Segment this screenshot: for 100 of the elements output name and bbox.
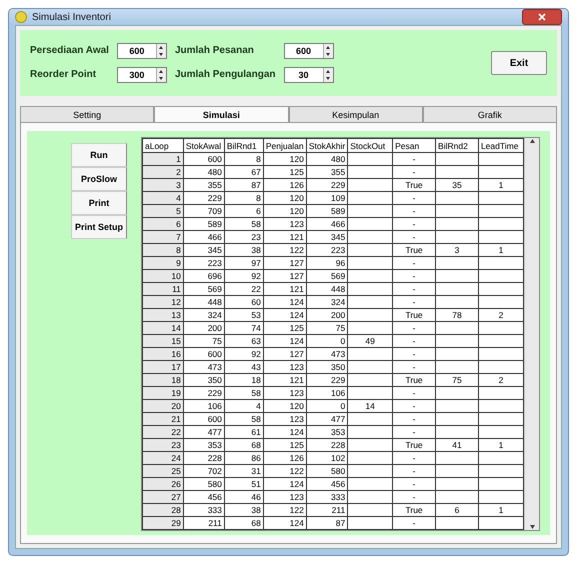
table-cell xyxy=(436,230,478,244)
table-cell: 78 xyxy=(436,308,478,322)
table-cell xyxy=(478,464,524,478)
table-cell xyxy=(478,426,524,438)
table-cell xyxy=(436,452,478,464)
table-cell: 97 xyxy=(224,256,264,270)
scroll-down-icon[interactable] xyxy=(528,524,536,530)
table-cell: 61 xyxy=(224,426,264,438)
table-cell: 17 xyxy=(142,360,184,374)
field-label: Jumlah Pengulangan xyxy=(174,68,276,82)
table-cell: - xyxy=(392,230,436,244)
column-header: BilRnd2 xyxy=(436,138,478,152)
table-cell: 10 xyxy=(142,270,184,282)
table-cell: 127 xyxy=(263,348,306,360)
table-cell xyxy=(348,218,393,230)
table-cell: 456 xyxy=(306,478,348,490)
table-cell xyxy=(348,178,393,192)
table-cell: 333 xyxy=(306,490,348,504)
tab[interactable]: Kesimpulan xyxy=(288,106,423,122)
table-cell: 27 xyxy=(142,490,184,504)
table-cell xyxy=(348,348,393,360)
side-button[interactable]: Print xyxy=(71,191,127,215)
table-cell: 2 xyxy=(142,166,184,178)
table-cell: 125 xyxy=(263,166,306,178)
table-cell: 87 xyxy=(306,516,348,530)
table-cell: - xyxy=(392,426,436,438)
table-cell xyxy=(348,504,393,516)
table-cell: 124 xyxy=(263,296,306,308)
number-spinner[interactable]: 300 xyxy=(116,67,167,83)
scroll-up-icon[interactable] xyxy=(528,138,536,144)
table-cell: 345 xyxy=(183,244,224,256)
table-cell: - xyxy=(392,516,436,530)
table-cell: 466 xyxy=(183,230,224,244)
number-spinner[interactable]: 600 xyxy=(116,43,167,59)
table-cell: 229 xyxy=(306,178,348,192)
table-cell xyxy=(348,296,393,308)
table-cell xyxy=(478,230,524,244)
table-cell: 8 xyxy=(224,152,264,166)
side-button[interactable]: Run xyxy=(71,143,127,167)
table-cell xyxy=(436,478,478,490)
table-cell: 600 xyxy=(183,348,224,360)
table-cell xyxy=(436,152,478,166)
table-cell: 53 xyxy=(224,308,264,322)
table-cell xyxy=(436,490,478,504)
table-cell: 75 xyxy=(306,322,348,334)
table-cell: 12 xyxy=(142,296,184,308)
table-cell: 200 xyxy=(306,308,348,322)
table-cell: 15 xyxy=(142,334,184,348)
tab[interactable]: Setting xyxy=(20,106,154,122)
side-button[interactable]: ProSlow xyxy=(71,167,127,191)
table-cell xyxy=(436,296,478,308)
table-cell xyxy=(478,192,524,204)
table-cell xyxy=(478,204,524,218)
field-label: Jumlah Pesanan xyxy=(174,44,255,58)
close-button[interactable] xyxy=(522,9,562,25)
table-cell: 473 xyxy=(306,348,348,360)
table-cell: 350 xyxy=(306,360,348,374)
tab[interactable]: Simulasi xyxy=(154,106,288,122)
side-button[interactable]: Print Setup xyxy=(71,215,127,239)
table-cell: 355 xyxy=(183,178,224,192)
table-cell: 6 xyxy=(142,218,184,230)
table-cell: 569 xyxy=(306,270,348,282)
table-cell: 74 xyxy=(224,322,264,334)
table-cell xyxy=(478,452,524,464)
table-cell: 480 xyxy=(183,166,224,178)
table-cell: 124 xyxy=(263,426,306,438)
table-cell: 3 xyxy=(142,178,184,192)
table-cell: 24 xyxy=(142,452,184,464)
table-cell: 2 xyxy=(478,374,524,386)
table-cell: - xyxy=(392,282,436,296)
table-cell: - xyxy=(392,256,436,270)
table-cell: 124 xyxy=(263,308,306,322)
table-cell: 14 xyxy=(348,400,393,412)
table-cell xyxy=(348,256,393,270)
table-cell: 43 xyxy=(224,360,264,374)
scrollbar[interactable] xyxy=(524,138,539,530)
column-header: StokAkhir xyxy=(306,138,348,152)
table-cell: 23 xyxy=(224,230,264,244)
table-cell: True xyxy=(392,244,436,256)
table-cell: 19 xyxy=(142,386,184,400)
table-cell: - xyxy=(392,296,436,308)
table-cell xyxy=(478,322,524,334)
table-cell: 127 xyxy=(263,256,306,270)
exit-button[interactable]: Exit xyxy=(491,51,547,75)
table-cell: 22 xyxy=(224,282,264,296)
table-cell: 86 xyxy=(224,452,264,464)
table-cell: 353 xyxy=(183,438,224,452)
table-cell: 38 xyxy=(224,244,264,256)
table-cell: 229 xyxy=(183,192,224,204)
table-cell: 123 xyxy=(263,412,306,426)
number-spinner[interactable]: 600 xyxy=(284,43,334,59)
table-cell: 600 xyxy=(183,412,224,426)
table-cell: 228 xyxy=(183,452,224,464)
tab[interactable]: Grafik xyxy=(422,106,557,122)
table-cell xyxy=(436,166,478,178)
table-cell xyxy=(478,348,524,360)
table-cell: 11 xyxy=(142,282,184,296)
table-cell: 51 xyxy=(224,478,264,490)
table-cell: 229 xyxy=(183,386,224,400)
number-spinner[interactable]: 30 xyxy=(284,67,334,83)
